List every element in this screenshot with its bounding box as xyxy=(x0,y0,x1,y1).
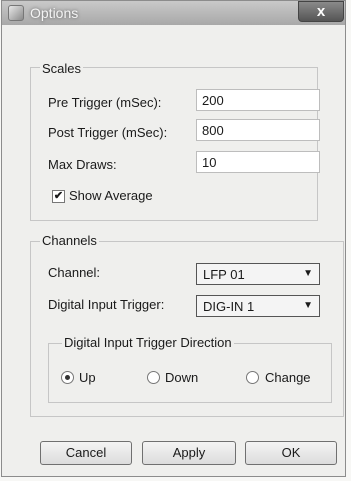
radio-down-label[interactable]: Down xyxy=(165,370,198,385)
channel-select-value: LFP 01 xyxy=(203,267,245,282)
chevron-down-icon: ▼ xyxy=(303,268,313,279)
channel-label: Channel: xyxy=(48,265,101,280)
title-bar[interactable]: Options x xyxy=(2,1,345,25)
radio-change[interactable] xyxy=(246,371,259,384)
direction-legend: Digital Input Trigger Direction xyxy=(62,335,234,350)
cancel-button[interactable]: Cancel xyxy=(40,441,132,465)
pre-trigger-input[interactable]: 200 xyxy=(196,89,320,111)
radio-up[interactable] xyxy=(61,371,74,384)
digital-input-select-value: DIG-IN 1 xyxy=(203,299,255,314)
channel-select[interactable]: LFP 01 ▼ xyxy=(196,263,320,285)
options-dialog: Options x Scales Pre Trigger (mSec): 200… xyxy=(1,0,346,477)
pre-trigger-label: Pre Trigger (mSec): xyxy=(48,95,162,110)
checkmark-icon: ✔ xyxy=(53,190,64,202)
window-title: Options xyxy=(30,5,79,21)
radio-up-label[interactable]: Up xyxy=(79,370,96,385)
radio-change-label[interactable]: Change xyxy=(265,370,311,385)
post-trigger-input[interactable]: 800 xyxy=(196,119,320,141)
close-button[interactable]: x xyxy=(298,1,344,22)
apply-button[interactable]: Apply xyxy=(142,441,236,465)
ok-button[interactable]: OK xyxy=(245,441,337,465)
app-icon xyxy=(8,5,24,21)
radio-down[interactable] xyxy=(147,371,160,384)
close-icon: x xyxy=(316,3,326,20)
digital-input-label: Digital Input Trigger: xyxy=(48,297,165,312)
channels-legend: Channels xyxy=(40,233,99,248)
digital-input-select[interactable]: DIG-IN 1 ▼ xyxy=(196,295,320,317)
post-trigger-label: Post Trigger (mSec): xyxy=(48,125,168,140)
radio-selected-dot xyxy=(65,375,70,380)
show-average-label[interactable]: Show Average xyxy=(69,188,153,203)
max-draws-label: Max Draws: xyxy=(48,157,117,172)
max-draws-input[interactable]: 10 xyxy=(196,151,320,173)
show-average-checkbox[interactable]: ✔ xyxy=(52,190,65,203)
scales-legend: Scales xyxy=(40,61,84,76)
chevron-down-icon: ▼ xyxy=(303,300,313,311)
